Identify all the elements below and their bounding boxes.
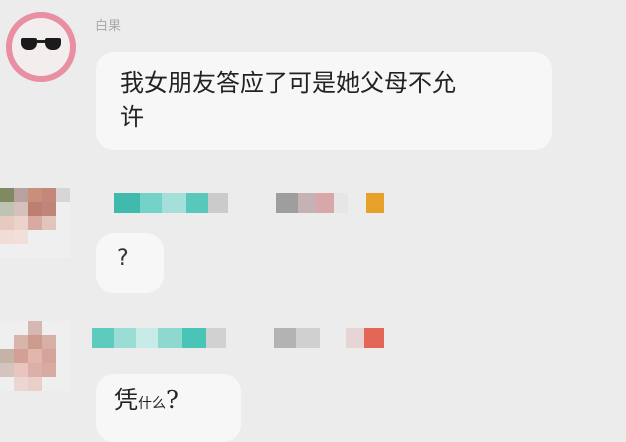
- message-text-large: 凭: [114, 386, 138, 414]
- mosaic-block: [208, 193, 228, 213]
- mosaic-block: [186, 193, 208, 213]
- mosaic-block: [92, 328, 114, 348]
- mosaic-block: [296, 328, 320, 348]
- mosaic-block: [298, 193, 316, 213]
- message-bubble-1[interactable]: 我女朋友答应了可是她父母不允 许: [96, 52, 552, 150]
- mosaic-block: [206, 328, 226, 348]
- pixelated-avatar-icon[interactable]: [0, 188, 70, 258]
- mosaic-block: [364, 328, 384, 348]
- sunglasses-left-lens: [21, 38, 37, 50]
- mosaic-block: [346, 328, 364, 348]
- mosaic-block: [182, 328, 206, 348]
- sender-name: 白果: [95, 19, 122, 34]
- mosaic-block: [366, 193, 384, 213]
- message-text: ?: [117, 246, 129, 271]
- mosaic-block: [136, 328, 158, 348]
- mosaic-block: [276, 193, 298, 213]
- pixelated-username-row-1: [100, 193, 400, 213]
- sunglasses-right-lens: [45, 38, 61, 50]
- pixelated-username-row-2: [92, 328, 412, 348]
- message-text-line-2: 许: [120, 103, 144, 131]
- sender-avatar[interactable]: [6, 12, 76, 82]
- message-text-line-1: 我女朋友答应了可是她父母不允: [120, 69, 456, 97]
- mosaic-block: [158, 328, 182, 348]
- cat-sunglasses-avatar-icon: [12, 18, 70, 76]
- mosaic-block: [114, 328, 136, 348]
- message-bubble-3[interactable]: 凭什么?: [96, 374, 241, 442]
- mosaic-block: [162, 193, 186, 213]
- mosaic-block: [274, 328, 296, 348]
- message-text-end: ?: [166, 386, 179, 414]
- message-bubble-2[interactable]: ?: [96, 233, 164, 293]
- mosaic-block: [334, 193, 348, 213]
- mosaic-block: [140, 193, 162, 213]
- chat-view: 白果 我女朋友答应了可是她父母不允 许 ? 凭什么?: [0, 0, 626, 442]
- sunglasses-icon: [21, 38, 61, 52]
- mosaic-block: [316, 193, 334, 213]
- message-text-small: 什么: [138, 396, 166, 412]
- mosaic-block: [114, 193, 140, 213]
- mosaic-block: [100, 193, 114, 213]
- message-text: 凭什么?: [114, 386, 179, 418]
- pixelated-avatar-icon[interactable]: [0, 321, 70, 391]
